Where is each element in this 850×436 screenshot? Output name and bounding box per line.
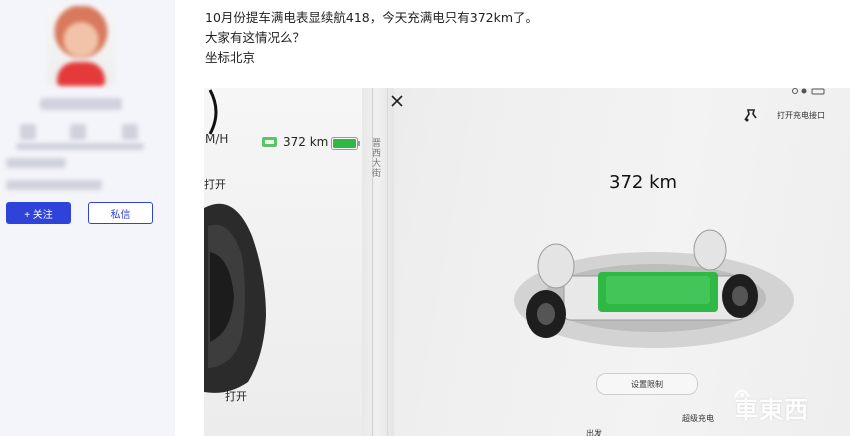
avatar[interactable] <box>47 6 115 86</box>
set-limit-label: 设置限制 <box>631 380 663 389</box>
map-street-label: 晋西大街 <box>370 138 380 178</box>
post-line-3: 坐标北京 <box>205 50 256 65</box>
stat-labels-blurred <box>16 143 144 150</box>
status-range: 372 km <box>283 135 329 149</box>
speed-digit-fragment <box>208 89 218 135</box>
post-body: 10月份提车满电表显续航418，今天充满电只有372km了。 大家有这情况么？ … <box>205 8 538 68</box>
stat-likes-blurred <box>122 124 138 140</box>
set-limit-button[interactable]: 设置限制 <box>596 373 698 395</box>
author-meta-blurred-2 <box>6 180 102 190</box>
car-topview-icon <box>204 203 266 393</box>
battery-level-icon <box>331 137 360 150</box>
speed-unit: M/H <box>205 132 229 146</box>
follow-button[interactable]: + 关注 <box>6 202 71 224</box>
charge-port-label: 打开充电接口 <box>777 111 825 120</box>
author-meta-blurred-1 <box>6 158 66 168</box>
post-line-1: 10月份提车满电表显续航418，今天充满电只有372km了。 <box>205 10 539 25</box>
charge-port-icon <box>744 109 757 122</box>
stat-followers-blurred <box>20 124 36 140</box>
photo-map-road-2 <box>387 88 388 436</box>
post-line-2: 大家有这情况么？ <box>205 30 306 45</box>
open-trunk-label[interactable]: 打开 <box>225 388 247 404</box>
main-range: 372 km <box>609 172 678 193</box>
message-button[interactable]: 私信 <box>88 202 153 224</box>
stat-fans-blurred <box>70 124 86 140</box>
supercharge-label[interactable]: 超级充电 <box>682 413 714 424</box>
author-sidebar: + 关注 私信 <box>0 0 175 436</box>
post-photo[interactable]: M/H 372 km 打开 打开 晋西大街 打开充电接口 372 km 设置限制… <box>204 88 850 436</box>
chassis-battery-icon <box>514 229 794 348</box>
open-frunk-label[interactable]: 打开 <box>204 176 226 192</box>
range-status-icon <box>262 137 277 147</box>
depart-label-fragment: 出发 <box>586 429 602 436</box>
watermark-text: 車東西 <box>734 396 809 424</box>
status-icons <box>792 88 825 95</box>
open-charge-port-button[interactable]: 打开充电接口 <box>737 105 849 127</box>
close-icon[interactable] <box>390 94 404 108</box>
author-name-blurred <box>40 98 122 110</box>
